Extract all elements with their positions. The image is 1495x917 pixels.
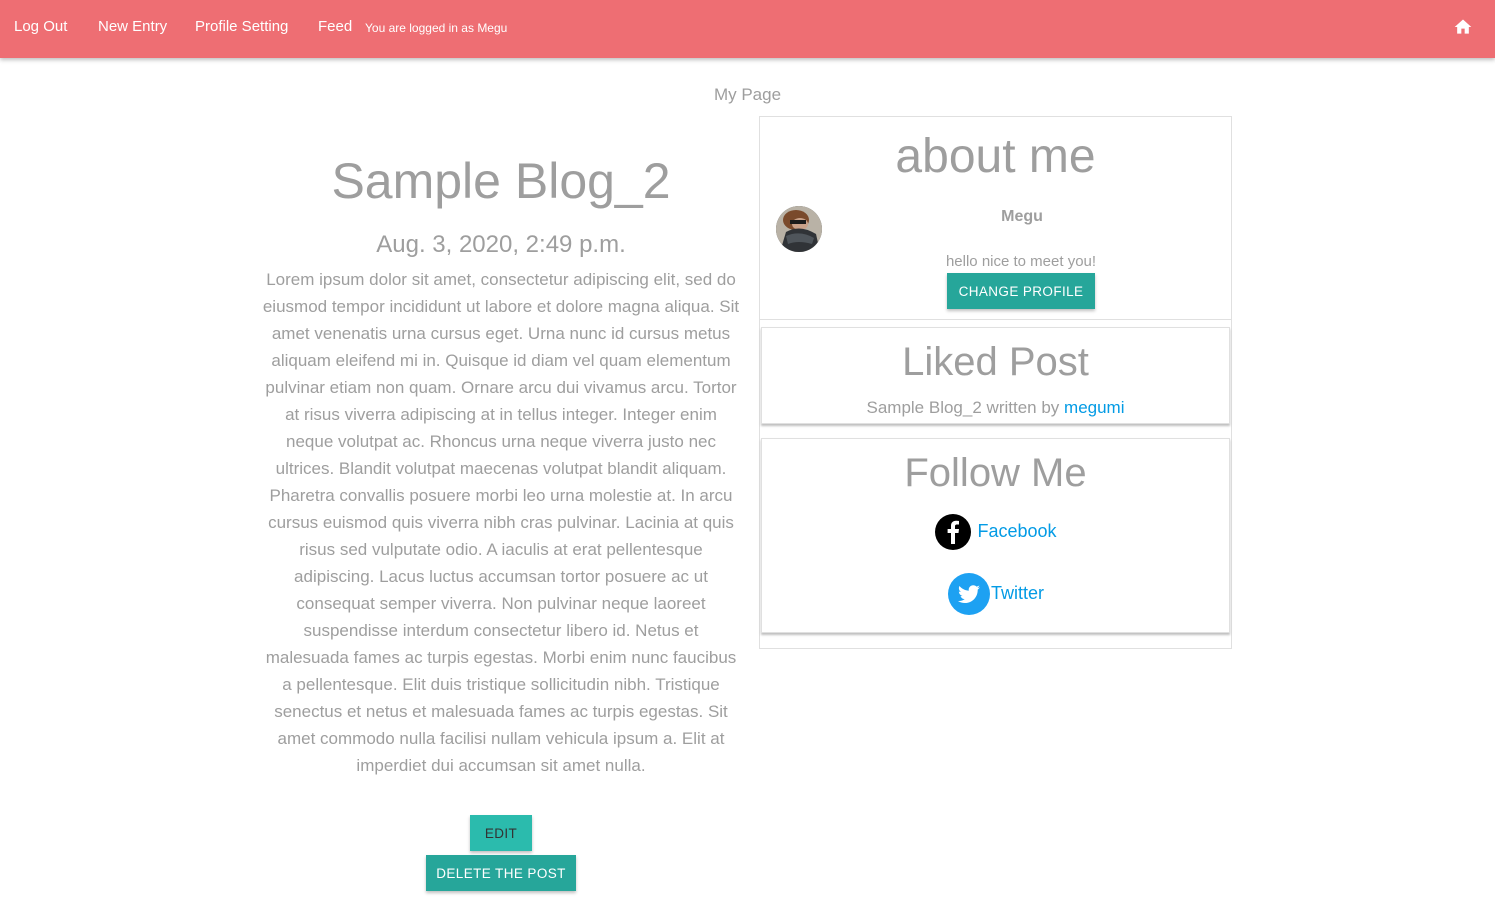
new-entry-link[interactable]: New Entry: [98, 18, 167, 35]
follow-heading: Follow Me: [904, 451, 1087, 495]
liked-post-title[interactable]: Sample Blog_2: [867, 398, 982, 417]
twitter-icon[interactable]: [947, 572, 991, 616]
facebook-link[interactable]: Facebook: [977, 521, 1056, 541]
delete-post-button[interactable]: DELETE THE POST: [426, 855, 576, 891]
avatar: [776, 206, 822, 252]
written-by-label: written by: [986, 398, 1060, 417]
profile-bio: hello nice to meet you!: [945, 253, 1097, 270]
post-body: Lorem ipsum dolor sit amet, consectetur …: [262, 270, 740, 775]
liked-heading: Liked Post: [902, 340, 1089, 384]
twitter-link[interactable]: Twitter: [991, 583, 1044, 603]
twitter-row: Twitter: [762, 572, 1229, 616]
avatar-image: [776, 206, 822, 252]
post-column: Sample Blog_2 Aug. 3, 2020, 2:49 p.m. Lo…: [262, 140, 740, 779]
edit-button[interactable]: EDIT: [470, 815, 532, 851]
post-title: Sample Blog_2: [331, 153, 671, 209]
logout-link[interactable]: Log Out: [14, 18, 67, 35]
post-date: Aug. 3, 2020, 2:49 p.m.: [376, 231, 626, 258]
profile-setting-link[interactable]: Profile Setting: [195, 18, 288, 35]
about-me-card: about me Megu hello nice to meet you! CH…: [760, 117, 1231, 320]
change-profile-button[interactable]: CHANGE PROFILE: [947, 273, 1095, 309]
login-status: You are logged in as Megu: [365, 21, 508, 35]
sidebar: about me Megu hello nice to meet you! CH…: [759, 116, 1232, 649]
liked-post-author-link[interactable]: megumi: [1064, 398, 1124, 417]
facebook-row: Facebook: [762, 513, 1229, 551]
home-icon[interactable]: [1453, 17, 1473, 37]
liked-post-item: Sample Blog_2 written by megumi: [762, 398, 1229, 418]
top-navbar: Log Out New Entry Profile Setting Feed Y…: [0, 0, 1495, 58]
liked-post-card: Liked Post Sample Blog_2 written by megu…: [761, 327, 1230, 424]
feed-link[interactable]: Feed: [318, 18, 352, 35]
about-heading: about me: [895, 130, 1096, 183]
page-title: My Page: [713, 85, 782, 104]
follow-me-card: Follow Me Facebook Twitter: [761, 438, 1230, 633]
profile-name: Megu: [1001, 208, 1043, 225]
facebook-icon[interactable]: [934, 513, 972, 551]
